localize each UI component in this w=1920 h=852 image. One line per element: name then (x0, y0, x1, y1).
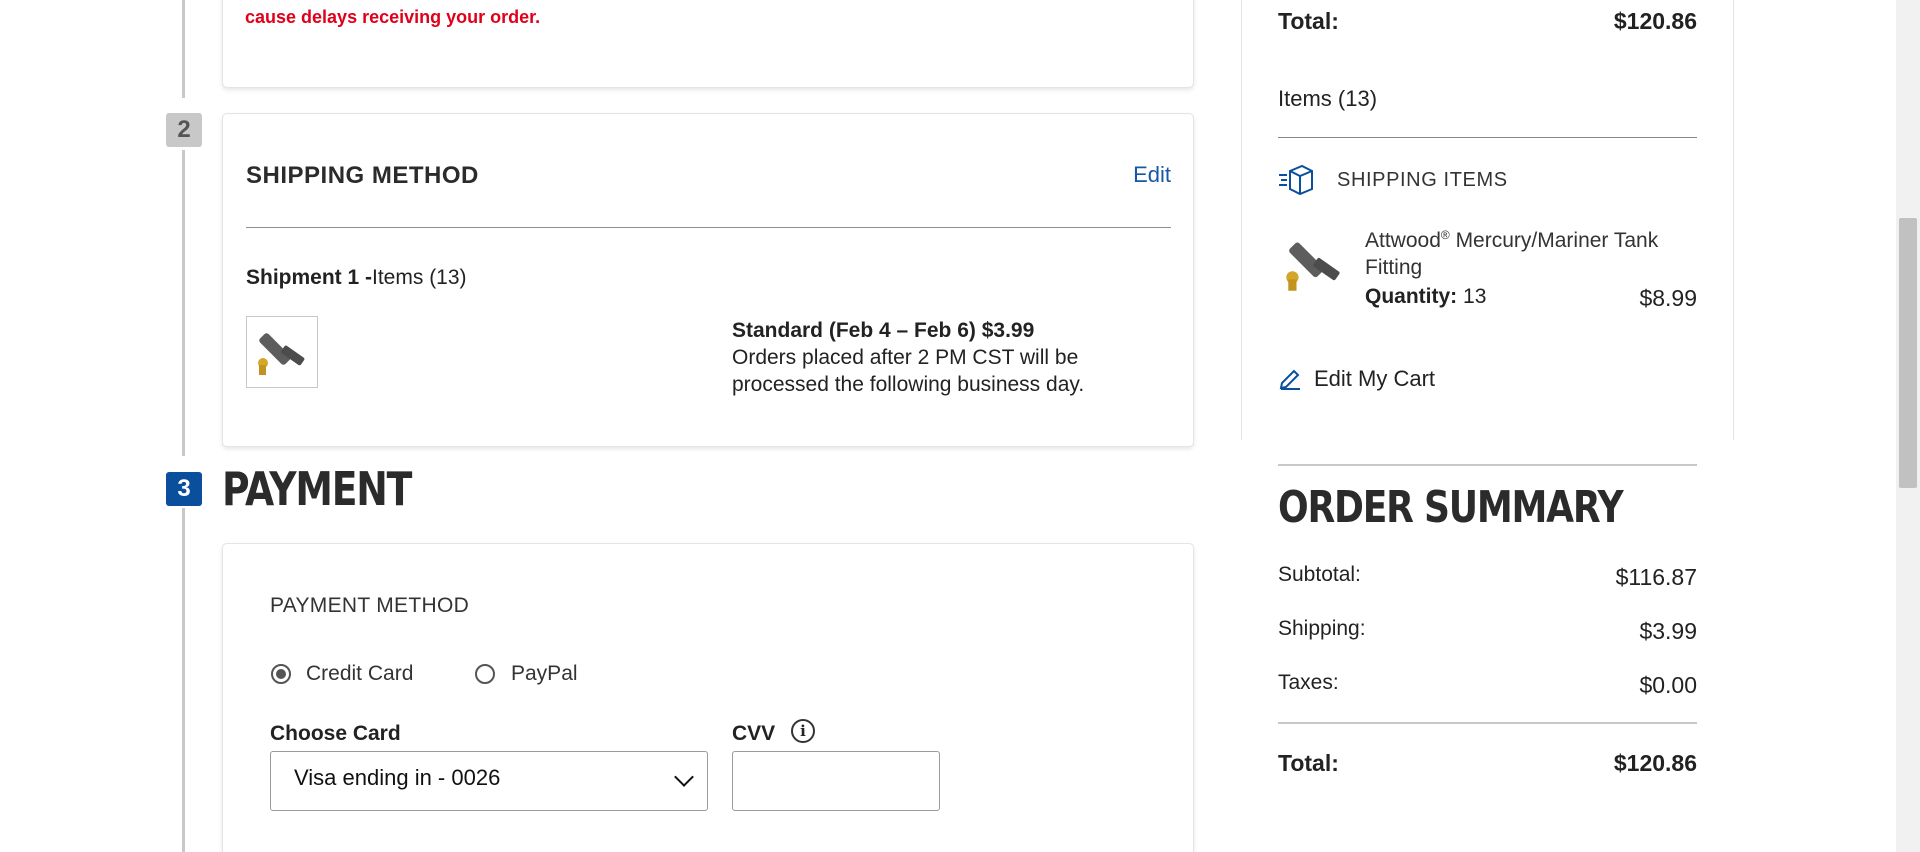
payment-method-title: PAYMENT METHOD (270, 594, 470, 617)
step-3-badge: 3 (166, 472, 202, 506)
cart-panel-border-right (1733, 0, 1734, 440)
order-summary-title: ORDER SUMMARY (1278, 482, 1624, 533)
subtotal-label: Subtotal: (1278, 563, 1361, 586)
paypal-radio[interactable] (475, 664, 495, 684)
info-icon[interactable]: i (791, 719, 815, 743)
registered-mark: ® (1440, 228, 1450, 242)
quantity-label: Quantity: (1365, 285, 1458, 308)
step-2-badge: 2 (166, 113, 202, 147)
choose-card-label: Choose Card (270, 722, 401, 745)
shipping-edit-link[interactable]: Edit (1133, 162, 1171, 188)
cvv-input[interactable] (732, 751, 940, 811)
payment-card: PAYMENT METHOD Credit Card PayPal Choose… (222, 543, 1194, 852)
choose-card-select[interactable]: Visa ending in - 0026 (270, 751, 708, 811)
shipping-option-title: Standard (Feb 4 – Feb 6) $3.99 (732, 319, 1035, 342)
taxes-value: $0.00 (1639, 672, 1697, 698)
cart-item-quantity: Quantity: 13 (1365, 285, 1486, 309)
cart-total-label: Total: (1278, 8, 1339, 34)
cart-items-count: Items (13) (1278, 86, 1378, 111)
shipment-label: Shipment 1 -Items (13) (246, 266, 467, 290)
chevron-down-icon (674, 767, 694, 787)
cart-total-value: $120.86 (1613, 8, 1697, 34)
credit-card-label[interactable]: Credit Card (306, 662, 413, 686)
edit-cart-link[interactable]: Edit My Cart (1314, 366, 1435, 392)
cvv-label: CVV (732, 722, 776, 745)
item-brand: Attwood (1365, 229, 1441, 252)
box-icon (1278, 163, 1314, 197)
cart-item-name[interactable]: Attwood® Mercury/Mariner Tank Fitting (1365, 222, 1665, 281)
cart-item-image (1278, 228, 1350, 300)
cart-item-price: $8.99 (1639, 285, 1697, 311)
divider (1278, 722, 1697, 724)
divider (1278, 464, 1697, 466)
payment-heading: PAYMENT (222, 462, 412, 516)
address-card: cause delays receiving your order. (222, 0, 1194, 88)
shipping-method-card: SHIPPING METHOD Edit Shipment 1 -Items (… (222, 113, 1194, 447)
shipping-method-title: SHIPPING METHOD (246, 162, 479, 189)
credit-card-radio[interactable] (271, 664, 291, 684)
timeline-line (182, 0, 185, 98)
shipment-items: Items (13) (372, 266, 467, 289)
subtotal-value: $116.87 (1615, 564, 1697, 590)
paypal-label[interactable]: PayPal (511, 662, 578, 686)
summary-total-label: Total: (1278, 750, 1339, 776)
shipment-number: Shipment 1 - (246, 266, 373, 289)
taxes-label: Taxes: (1278, 671, 1339, 694)
shipping-value: $3.99 (1639, 618, 1697, 644)
shipping-label: Shipping: (1278, 617, 1366, 640)
choose-card-value: Visa ending in - 0026 (294, 765, 501, 790)
timeline-line (182, 150, 185, 456)
shipping-items-title: SHIPPING ITEMS (1337, 169, 1508, 191)
pencil-icon[interactable] (1278, 366, 1302, 390)
divider (246, 227, 1171, 228)
timeline-line (182, 508, 185, 852)
summary-total-value: $120.86 (1613, 750, 1697, 776)
divider (1278, 137, 1697, 138)
shipping-option-description: Orders placed after 2 PM CST will be pro… (732, 346, 1085, 396)
scrollbar-thumb[interactable] (1899, 218, 1917, 488)
product-thumbnail (246, 316, 318, 388)
address-warning: cause delays receiving your order. (245, 7, 541, 27)
cart-panel-border-left (1241, 0, 1242, 440)
quantity-value: 13 (1463, 285, 1487, 308)
